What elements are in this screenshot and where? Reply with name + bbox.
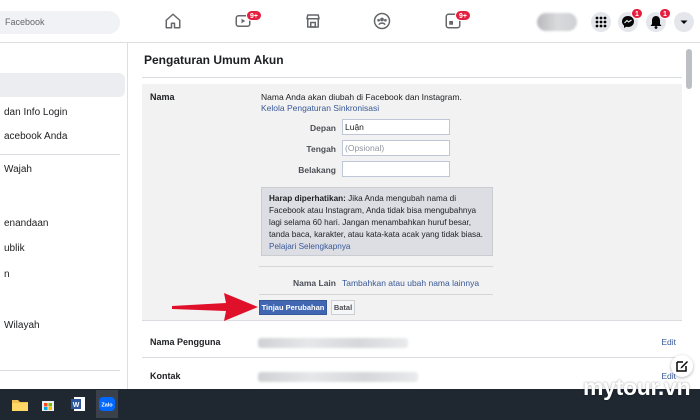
middle-name-label: Tengah: [306, 144, 336, 154]
menu-grid-icon[interactable]: [591, 12, 611, 32]
middle-name-field[interactable]: [342, 140, 450, 156]
top-navigation-bar: Facebook 9+ 9+ 1 1: [0, 0, 700, 43]
video-badge: 9+: [246, 10, 262, 21]
sidebar-item-public-posts[interactable]: ublik: [4, 243, 25, 254]
file-explorer-icon[interactable]: [9, 393, 31, 415]
sidebar-item-tagging[interactable]: enandaan: [4, 218, 49, 229]
other-names-divider-top: [259, 266, 493, 267]
name-section-label: Nama: [150, 92, 175, 102]
sidebar-item-your-facebook-information[interactable]: acebook Anda: [4, 131, 67, 142]
word-icon[interactable]: W: [67, 393, 89, 415]
messenger-badge: 1: [631, 8, 643, 19]
svg-text:W: W: [73, 402, 80, 409]
mytour-watermark-logo: mytour.vn: [583, 374, 691, 400]
sidebar-item-truncated[interactable]: n: [4, 269, 10, 280]
general-settings-panel: Pengaturan Umum Akun Nama Nama Anda akan…: [128, 43, 700, 389]
sidebar-item-general-selected[interactable]: [0, 73, 125, 97]
notifications-badge: 1: [659, 8, 671, 19]
sidebar-divider: [0, 370, 120, 371]
profile-avatar-blurred[interactable]: [537, 13, 577, 31]
review-changes-button[interactable]: Tinjau Perubahan: [259, 300, 327, 315]
learn-more-link[interactable]: Pelajari Selengkapnya: [269, 242, 350, 251]
scrollbar-thumb[interactable]: [686, 49, 692, 89]
sidebar-divider: [0, 154, 120, 155]
gaming-badge: 9+: [455, 10, 471, 21]
username-value-blurred: [258, 338, 408, 348]
notice-heading: Harap diperhatikan:: [269, 194, 346, 203]
username-row-label: Nama Pengguna: [150, 337, 221, 347]
name-edit-panel: Nama Nama Anda akan diubah di Facebook d…: [142, 84, 682, 321]
sidebar-item-region[interactable]: Wilayah: [4, 320, 40, 331]
account-dropdown-icon[interactable]: [674, 12, 694, 32]
cancel-button[interactable]: Batal: [331, 300, 355, 315]
name-change-notice: Harap diperhatikan: Jika Anda mengubah n…: [261, 187, 493, 256]
last-name-label: Belakang: [298, 165, 336, 175]
manage-sync-settings-link[interactable]: Kelola Pengaturan Sinkronisasi: [261, 103, 379, 113]
row-divider: [142, 357, 682, 358]
other-names-link[interactable]: Tambahkan atau ubah nama lainnya: [342, 278, 479, 288]
home-icon[interactable]: [164, 12, 182, 30]
red-annotation-arrow-icon: [172, 293, 258, 321]
contact-value-blurred: [258, 372, 418, 382]
sidebar-item-face-recognition[interactable]: Wajah: [4, 164, 32, 175]
title-divider: [142, 77, 682, 78]
last-name-field[interactable]: [342, 161, 450, 177]
name-intro-text: Nama Anda akan diubah di Facebook dan In…: [261, 92, 462, 102]
contact-row-label: Kontak: [150, 371, 181, 381]
marketplace-icon[interactable]: [304, 12, 322, 30]
first-name-label: Depan: [310, 123, 336, 133]
svg-text:Zalo: Zalo: [101, 403, 113, 409]
first-name-field[interactable]: [342, 119, 450, 135]
microsoft-store-icon[interactable]: [37, 393, 59, 415]
search-input[interactable]: Facebook: [0, 11, 120, 34]
sidebar-item-security-login[interactable]: dan Info Login: [4, 107, 67, 118]
page-title: Pengaturan Umum Akun: [144, 53, 284, 67]
other-names-divider-bottom: [259, 294, 493, 295]
zalo-icon[interactable]: Zalo: [96, 393, 118, 415]
other-names-label: Nama Lain: [293, 278, 336, 288]
username-edit-link[interactable]: Edit: [661, 337, 676, 347]
groups-icon[interactable]: [373, 12, 391, 30]
settings-sidebar: dan Info Login acebook Anda Wajah enanda…: [0, 43, 128, 389]
